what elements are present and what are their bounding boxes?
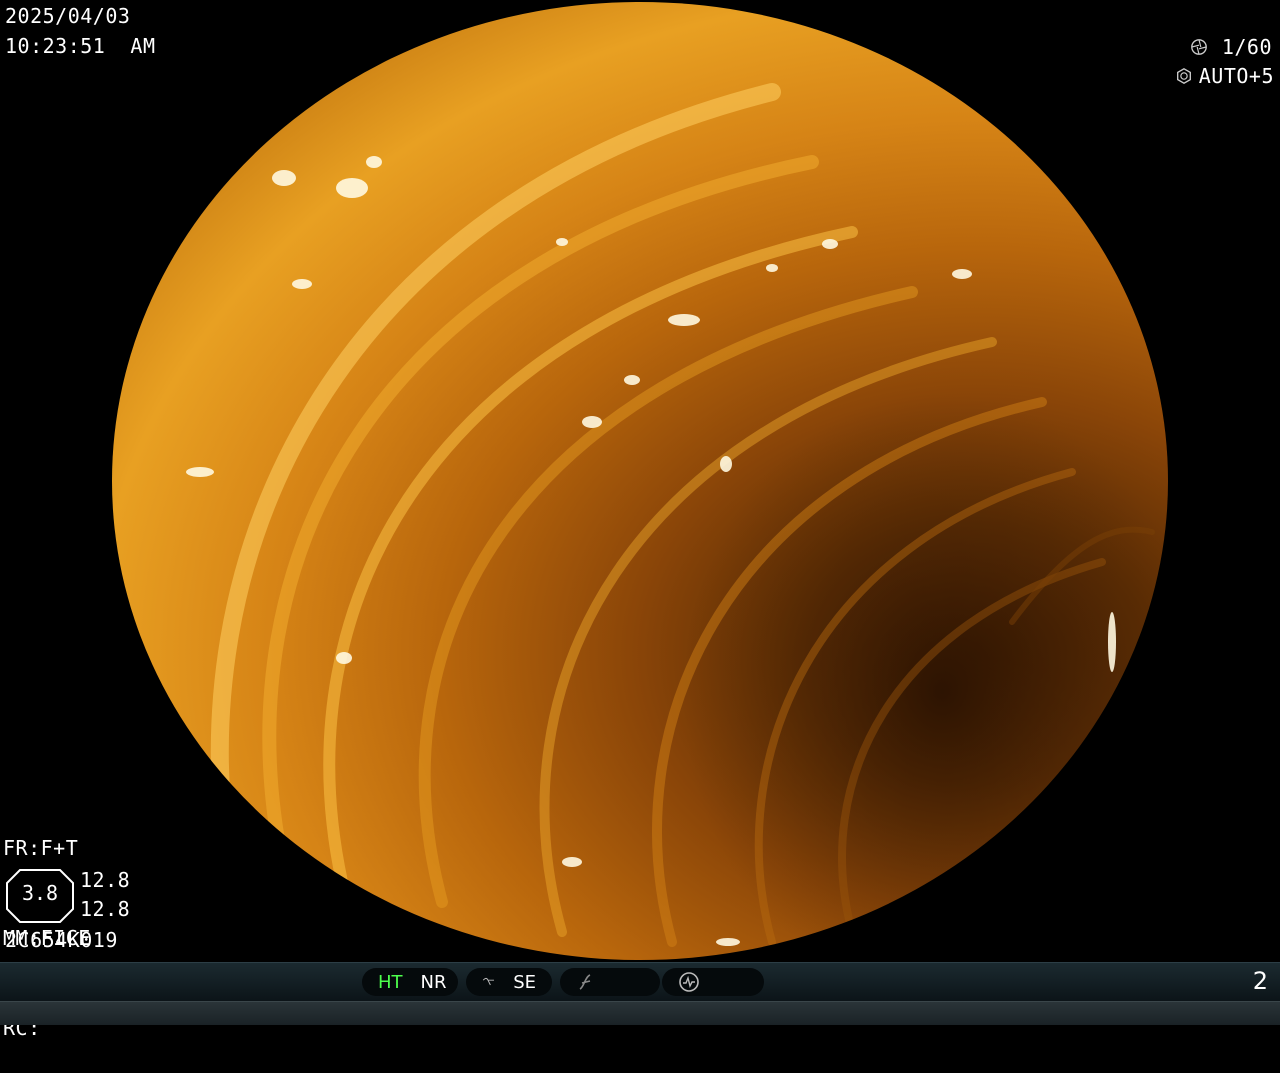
exposure-readout: AUTO+5 xyxy=(1175,61,1274,91)
mucosal-folds xyxy=(186,83,1168,960)
exposure-value: AUTO+5 xyxy=(1198,64,1274,88)
mode-info: FR:F+T MM:FICE RC: xyxy=(3,773,91,1073)
gauge-icon xyxy=(679,972,699,992)
fr-label: FR:F+T xyxy=(3,836,79,860)
value-top: 12.8 xyxy=(80,868,131,892)
aperture-icon xyxy=(1176,68,1191,84)
value-bottom: 12.8 xyxy=(80,897,131,921)
page-number: 2 xyxy=(1252,967,1268,995)
ht-indicator[interactable]: HT xyxy=(378,972,403,993)
shutter-readout: 1/60 xyxy=(1190,32,1272,62)
sharpness-group[interactable] xyxy=(560,968,660,996)
shutter-icon xyxy=(1190,39,1207,55)
scope-id-label: 2C654K019 xyxy=(5,928,118,952)
zoom-value: 3.8 xyxy=(21,881,59,905)
nr-indicator[interactable]: NR xyxy=(421,972,447,993)
ht-nr-group[interactable]: HT NR xyxy=(362,968,458,996)
se-indicator[interactable]: SE xyxy=(513,972,536,993)
time-label: 10:23:51 AM xyxy=(5,34,156,58)
bottom-strip xyxy=(0,1001,1280,1025)
shutter-speed-value: 1/60 xyxy=(1221,35,1272,59)
se-curve-icon xyxy=(482,977,494,986)
status-bar: HT NR SE 2 xyxy=(0,962,1280,1001)
endoscope-view xyxy=(112,2,1168,960)
se-group[interactable]: SE xyxy=(466,968,552,996)
gauge-group[interactable] xyxy=(662,968,764,996)
sharpness-icon xyxy=(579,974,591,990)
date-label: 2025/04/03 xyxy=(5,4,131,28)
